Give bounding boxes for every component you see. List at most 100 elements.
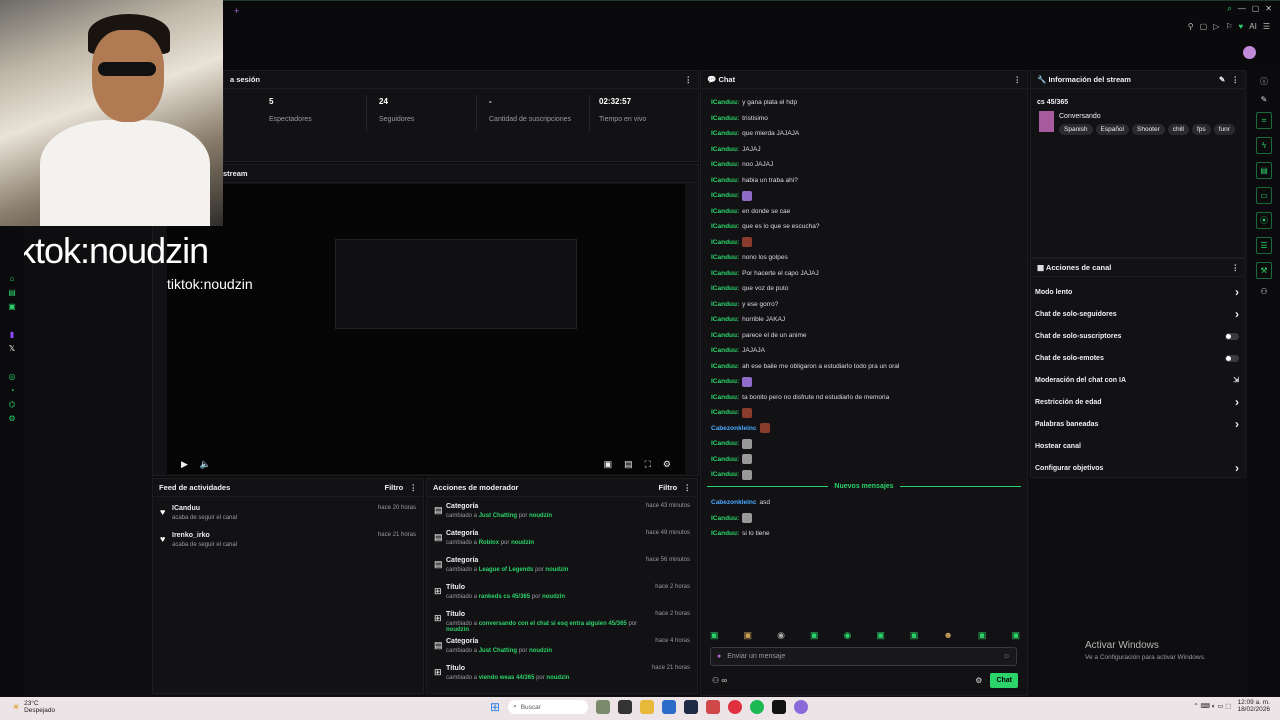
emote-icon[interactable]: ☻ [943,630,952,642]
theater-icon[interactable]: ▤ [624,459,633,470]
emote-icon[interactable]: ▣ [1011,630,1020,642]
chat-username[interactable]: ICanduu: [711,161,739,168]
chevron-right-icon[interactable]: › [1235,395,1239,409]
channel-action-item[interactable]: Chat de solo-suscriptores [1031,325,1245,347]
sidebar-icon[interactable]: ▤ [8,288,16,297]
bookmark-icon[interactable]: ⚐ [1225,22,1232,31]
feed-filter-button[interactable]: Filtro [384,483,403,492]
channel-action-item[interactable]: Moderación del chat con IA ⇲ [1031,369,1245,391]
more-icon[interactable]: ⋮ [685,75,693,84]
emote-icon[interactable]: ▣ [810,630,819,642]
app-icon[interactable] [596,700,611,714]
minimize-icon[interactable]: — [1238,4,1246,14]
play-button[interactable]: ▶ [181,459,188,470]
emote-icon[interactable]: ▣ [744,630,753,642]
sidebar-icon[interactable]: ⌬ [9,400,16,409]
chat-username[interactable]: ICanduu: [711,347,739,354]
chat-username[interactable]: ICanduu: [711,146,739,153]
tiktok-icon[interactable] [772,700,787,714]
chat-username[interactable]: ICanduu: [711,316,739,323]
chat-username[interactable]: Cabezonkleinc [711,425,757,432]
new-tab-icon[interactable]: + [234,6,239,16]
chat-username[interactable]: ICanduu: [711,332,739,339]
toggle-switch[interactable] [1225,354,1239,362]
app-icon[interactable] [794,700,809,714]
tag[interactable]: funr [1213,124,1235,135]
profile-avatar[interactable] [1243,46,1256,59]
chat-username[interactable]: ICanduu: [711,285,739,292]
sidebar-icon[interactable]: ⌂ [10,274,15,283]
clock-time[interactable]: 12:09 a. m. [1237,699,1270,706]
channel-action-item[interactable]: Hostear canal [1031,435,1245,457]
opera-icon[interactable] [728,700,743,714]
broadcast-icon[interactable]: ⦿ [1256,212,1272,229]
edit-icon[interactable]: ✎ [1219,75,1225,84]
file-explorer-icon[interactable] [640,700,655,714]
chat-username[interactable]: ICanduu: [711,99,739,106]
more-icon[interactable]: ⋮ [1014,75,1022,84]
chat-username[interactable]: ICanduu: [711,270,739,277]
close-icon[interactable]: ✕ [1265,4,1272,14]
channel-action-item[interactable]: Palabras baneadas › [1031,413,1245,435]
chat-username[interactable]: ICanduu: [711,530,739,537]
video-player[interactable] [167,184,685,474]
tag[interactable]: fps [1191,124,1211,135]
more-icon[interactable]: ⋮ [410,483,418,492]
tray-icons[interactable]: ⌃ ⌨ ◐ ▭ ⬚ [1193,702,1231,710]
tag[interactable]: chill [1167,124,1189,135]
emoji-icon[interactable]: ☺ [1003,653,1010,660]
channel-action-item[interactable]: Configurar objetivos › [1031,457,1245,479]
menu-icon[interactable]: ☰ [1263,22,1270,31]
app-icon[interactable] [706,700,721,714]
chat-username[interactable]: Cabezonkleinc [711,499,757,506]
more-icon[interactable]: ⋮ [1232,75,1240,84]
chat-username[interactable]: ICanduu: [711,208,739,215]
share-icon[interactable]: ⚇ [1260,287,1267,296]
emote-icon[interactable]: ◉ [777,630,785,642]
search-icon[interactable]: ⌕ [1227,4,1231,14]
settings-icon[interactable]: ⚙ [975,676,982,685]
windows-start-icon[interactable]: ⊞ [490,700,500,714]
heart-icon[interactable]: ♥ [1239,22,1244,31]
bolt-icon[interactable]: ϟ [1256,137,1272,154]
emote-icon[interactable]: ▣ [978,630,987,642]
chat-username[interactable]: ICanduu: [711,409,739,416]
x-icon[interactable]: 𝕏 [9,344,15,353]
emote-icon[interactable]: ◉ [843,630,851,642]
emote-icon[interactable]: ▣ [876,630,885,642]
taskbar-search[interactable]: ⌕ Buscar [508,700,589,714]
pencil-icon[interactable]: ✎ [1261,95,1268,104]
app-icon[interactable] [684,700,699,714]
chevron-right-icon[interactable]: › [1235,461,1239,475]
channel-action-item[interactable]: Chat de solo-emotes [1031,347,1245,369]
chat-username[interactable]: ICanduu: [711,239,739,246]
twitch-icon[interactable]: ▮ [10,330,14,339]
toggle-switch[interactable] [1225,332,1239,340]
chat-icon[interactable]: ▭ [1256,187,1272,204]
chat-input[interactable]: ● Enviar un mensaje ☺ [710,647,1017,666]
sidebar-icon[interactable]: ◎ [9,372,16,381]
app-icon[interactable] [662,700,677,714]
fullscreen-icon[interactable]: ⛶ [645,459,651,470]
list-icon[interactable]: ☰ [1256,237,1272,254]
chat-username[interactable]: ICanduu: [711,471,739,478]
chat-username[interactable]: ICanduu: [711,440,739,447]
chat-username[interactable]: ICanduu: [711,254,739,261]
channel-action-item[interactable]: Chat de solo-seguidores › [1031,303,1245,325]
wrench-icon[interactable]: ⚒ [1256,262,1272,279]
more-icon[interactable]: ⋮ [1232,263,1240,272]
chevron-right-icon[interactable]: › [1235,417,1239,431]
chat-username[interactable]: ICanduu: [711,515,739,522]
chat-username[interactable]: ICanduu: [711,115,739,122]
sidebar-icon[interactable]: ◔ [10,386,15,395]
mic-icon[interactable]: ● [717,653,721,660]
weather-widget[interactable]: ☀ 23°C Despejado [12,700,55,714]
chat-username[interactable]: ICanduu: [711,130,739,137]
more-icon[interactable]: ⋮ [684,483,692,492]
mod-filter-button[interactable]: Filtro [658,483,677,492]
settings-icon[interactable]: ⚙ [663,459,671,470]
book-icon[interactable]: ▤ [1256,162,1272,179]
chevron-right-icon[interactable]: › [1235,285,1239,299]
channel-action-item[interactable]: Modo lento › [1031,281,1245,303]
info-icon[interactable]: ⓘ [1260,76,1268,87]
